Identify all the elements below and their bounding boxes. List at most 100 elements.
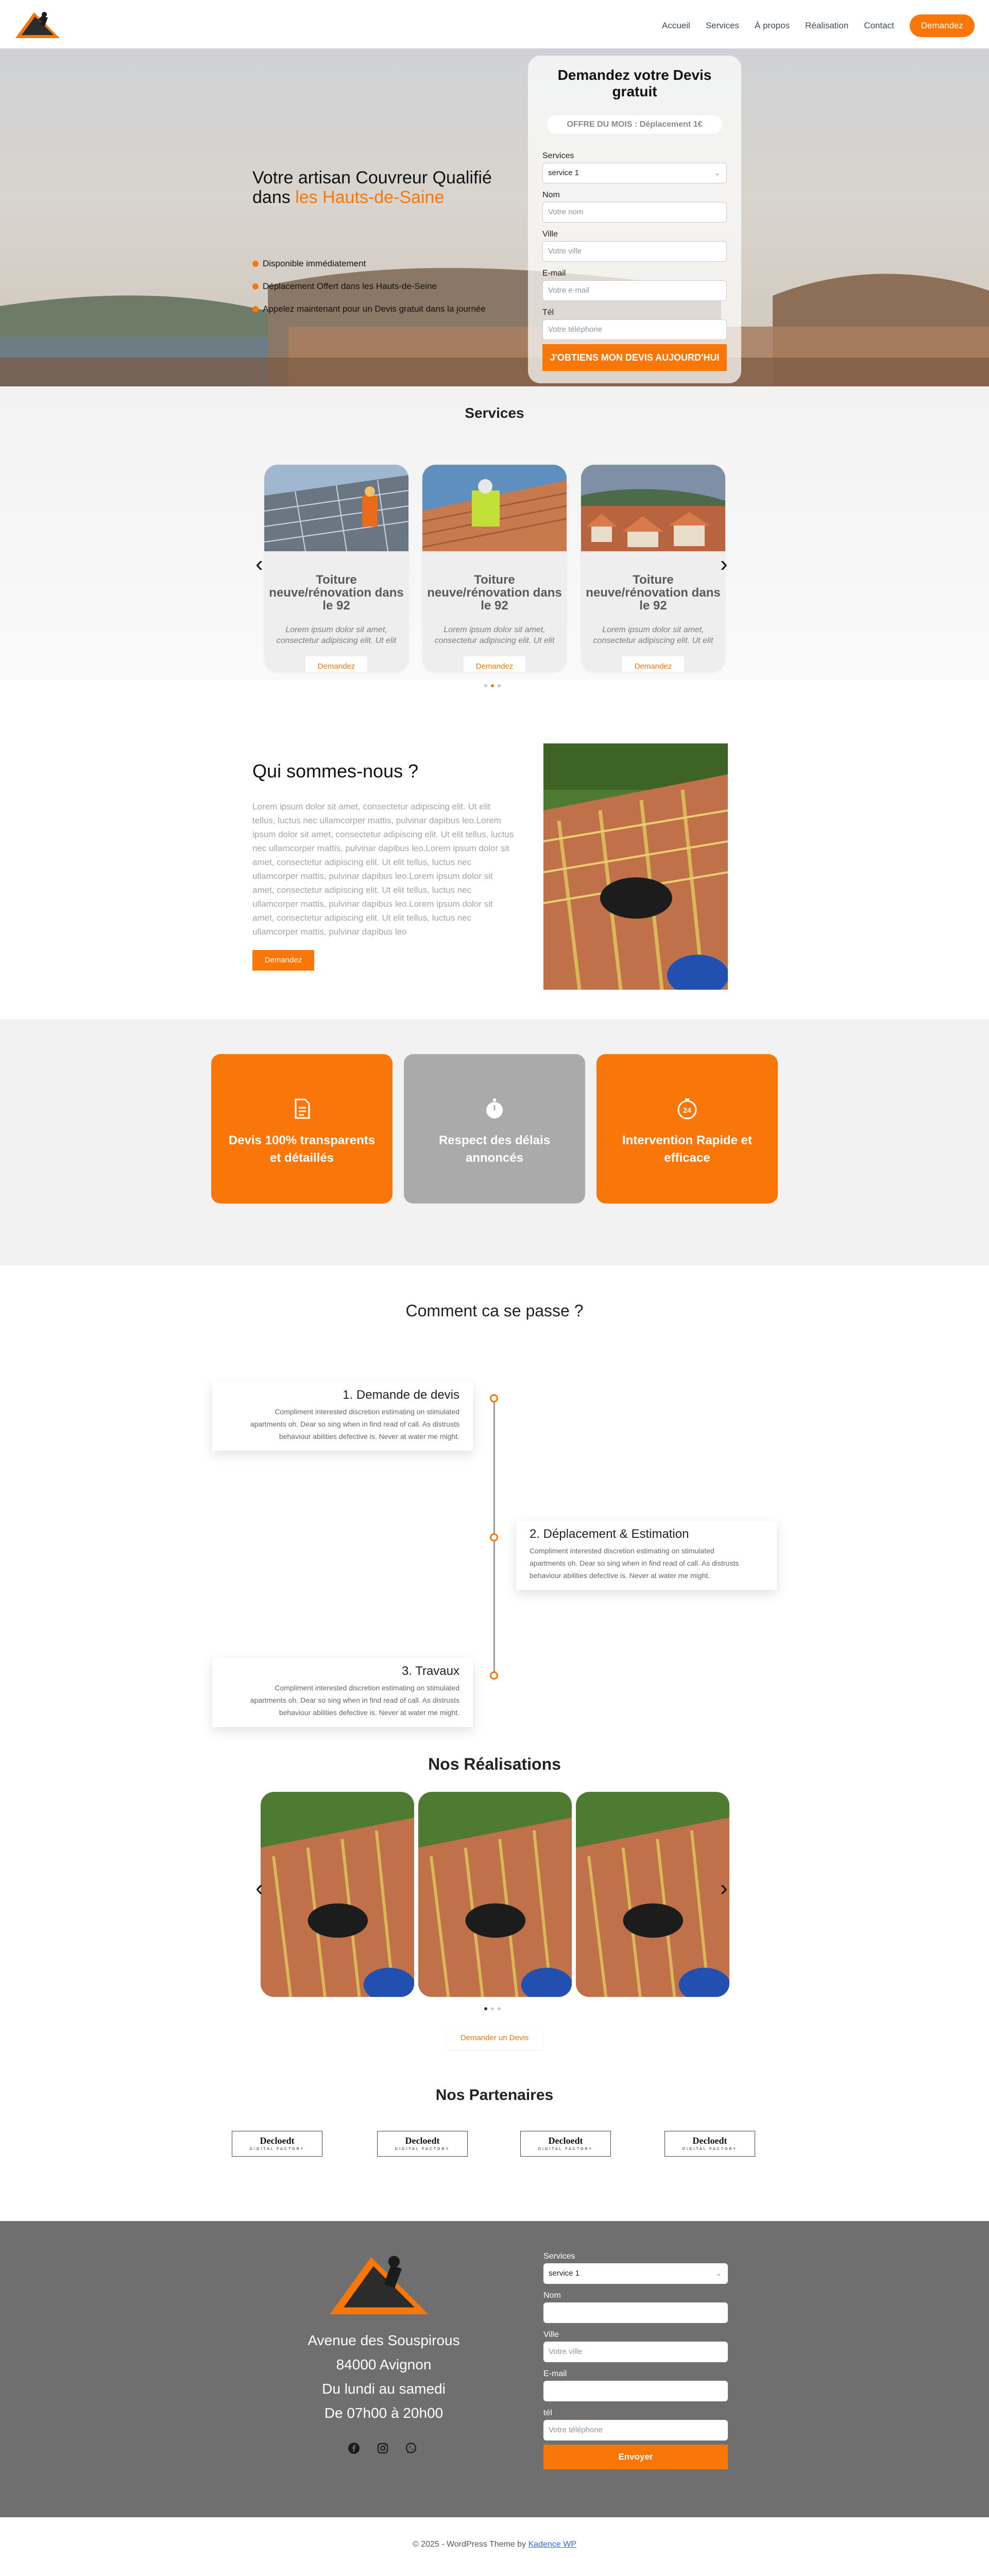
feature-card-delais: Respect des délais annoncés [404,1054,585,1204]
realisations-title: Nos Réalisations [428,1755,561,1773]
nav-services[interactable]: Services [706,21,739,31]
partner-name: Decloedt [548,2136,583,2146]
hero-bullet-text: Déplacement Offert dans les Hauts-de-Sei… [263,281,437,291]
about-demandez-button[interactable]: Demandez [252,950,314,971]
step-title: 2. Déplacement & Estimation [530,1527,689,1541]
nav-contact[interactable]: Contact [864,21,894,31]
step-title: 1. Demande de devis [343,1388,459,1402]
slider-dot[interactable] [498,2007,501,2010]
nav-realisation[interactable]: Réalisation [805,21,848,31]
hero-bullet: Appelez maintenant pour un Devis gratuit… [252,304,486,314]
instagram-icon[interactable] [377,2442,389,2454]
timeline-dot [490,1394,498,1402]
field-label-services: Services [542,151,574,160]
service-demandez-button[interactable]: Demandez [305,656,367,672]
partner-subtitle: DIGITAL FACTORY [395,2147,450,2151]
slider-dot[interactable] [498,684,501,687]
header-cta-button[interactable]: Demandez [909,14,975,37]
site-footer: Avenue des Souspirous 84000 Avignon Du l… [0,2221,989,2517]
services-select[interactable]: service 1 ⌄ [542,163,727,183]
footer-services-value: service 1 [549,2269,580,2278]
slider-dot[interactable] [491,2007,494,2010]
hero-title-line2: dans les Hauts-de-Saine [252,188,492,207]
demander-devis-button[interactable]: Demander un Devis [447,2027,542,2049]
nom-input[interactable]: Votre nom [542,202,727,223]
footer-submit-button[interactable]: Envoyer [543,2445,728,2469]
hero-bullet: Disponible immédiatement [252,259,366,269]
slider-dot-active[interactable] [491,684,494,687]
feature-card-intervention: 24 Intervention Rapide et efficace [596,1054,778,1204]
partner-name: Decloedt [260,2136,295,2146]
footer-email-input[interactable] [543,2381,728,2401]
realisation-photo[interactable] [261,1792,414,1997]
hero-title-prefix: dans [252,188,296,207]
realisation-photo[interactable] [576,1792,729,1997]
partner-logo[interactable]: Decloedt DIGITAL FACTORY [664,2131,755,2157]
field-label-ville: Ville [542,230,558,239]
whatsapp-icon[interactable] [405,2442,417,2454]
service-image-rooftops-town [581,465,725,551]
footer-nom-input[interactable] [543,2302,728,2323]
process-step-2: 2. Déplacement & Estimation Compliment i… [516,1521,777,1590]
service-title: Toiture neuve/rénovation dans le 92 [427,573,562,613]
step-description: Compliment interested discretion estimat… [250,1684,459,1717]
footer-hours-days: Du lundi au samedi [322,2381,446,2397]
about-roof-photo [543,743,728,990]
footer-ville-input[interactable]: Votre ville [543,2342,728,2362]
footer-address-street: Avenue des Souspirous [308,2332,460,2348]
service-description: Lorem ipsum dolor sit amet, consectetur … [593,625,713,645]
tel-input[interactable]: Votre téléphone [542,319,727,340]
footer-address-city: 84000 Avignon [336,2357,432,2372]
slider-dot[interactable] [484,684,487,687]
partner-logo[interactable]: Decloedt DIGITAL FACTORY [377,2131,468,2157]
chevron-left-icon[interactable]: ‹ [255,1875,263,1901]
bullet-dot-icon [252,261,259,267]
email-input[interactable]: Votre e-mail [542,280,727,301]
feature-card-devis: Devis 100% transparents et détaillés [211,1054,393,1204]
realisations-slider-dots [484,2007,501,2010]
partner-logo[interactable]: Decloedt DIGITAL FACTORY [520,2131,611,2157]
features-section: Devis 100% transparents et détaillés Res… [0,1019,989,1265]
realisation-roof-image [261,1792,414,1997]
timeline-dot [490,1671,498,1680]
process-step-1: 1. Demande de devis Compliment intereste… [212,1382,473,1451]
quote-submit-button[interactable]: J'OBTIENS MON DEVIS AUJOURD'HUI [542,344,727,371]
nav-a-propos[interactable]: À propos [755,21,790,31]
service-image-roofer-tiles [422,465,567,551]
step-description: Compliment interested discretion estimat… [250,1408,459,1440]
slider-dot-active[interactable] [484,2007,487,2010]
nav-accueil[interactable]: Accueil [662,21,690,31]
24h-icon: 24 [677,1098,697,1120]
service-demandez-button[interactable]: Demandez [464,656,525,672]
bullet-dot-icon [252,306,259,312]
timeline-dot [490,1533,498,1541]
services-section: Services Toiture neuve/rénovation dans l… [0,386,989,687]
process-title: Comment ca se passe ? [405,1301,584,1320]
footer-tel-input[interactable]: Votre téléphone [543,2420,728,2441]
field-label-email: E-mail [542,269,566,278]
service-title: Toiture neuve/rénovation dans le 92 [269,573,404,613]
footer-services-select[interactable]: service 1 ⌄ [543,2263,728,2284]
feature-title: Devis 100% transparents et détaillés [228,1133,376,1165]
roofer-logo-footer[interactable] [328,2250,431,2317]
service-title: Toiture neuve/rénovation dans le 92 [586,573,721,613]
chevron-left-icon[interactable]: ‹ [255,551,263,577]
service-card: Toiture neuve/rénovation dans le 92 Lore… [581,465,725,672]
bullet-dot-icon [252,283,259,290]
service-description: Lorem ipsum dolor sit amet, consectetur … [434,625,555,645]
chevron-right-icon[interactable]: › [720,551,728,577]
feature-title: Respect des délais annoncés [438,1133,551,1165]
partner-logo[interactable]: Decloedt DIGITAL FACTORY [232,2131,322,2157]
partner-subtitle: DIGITAL FACTORY [682,2147,738,2151]
roofer-logo[interactable] [14,9,61,39]
service-card: Toiture neuve/rénovation dans le 92 Lore… [422,465,567,672]
service-demandez-button[interactable]: Demandez [622,656,684,672]
chevron-down-icon: ⌄ [716,2269,722,2277]
facebook-icon[interactable] [348,2442,360,2454]
chevron-right-icon[interactable]: › [720,1875,728,1901]
realisation-photo[interactable] [418,1792,572,1997]
hero-bullet-text: Appelez maintenant pour un Devis gratuit… [263,304,486,314]
ville-input[interactable]: Votre ville [542,241,727,262]
hero-title-highlight: les Hauts-de-Saine [295,188,445,207]
kadence-link[interactable]: Kadence WP [528,2540,576,2549]
